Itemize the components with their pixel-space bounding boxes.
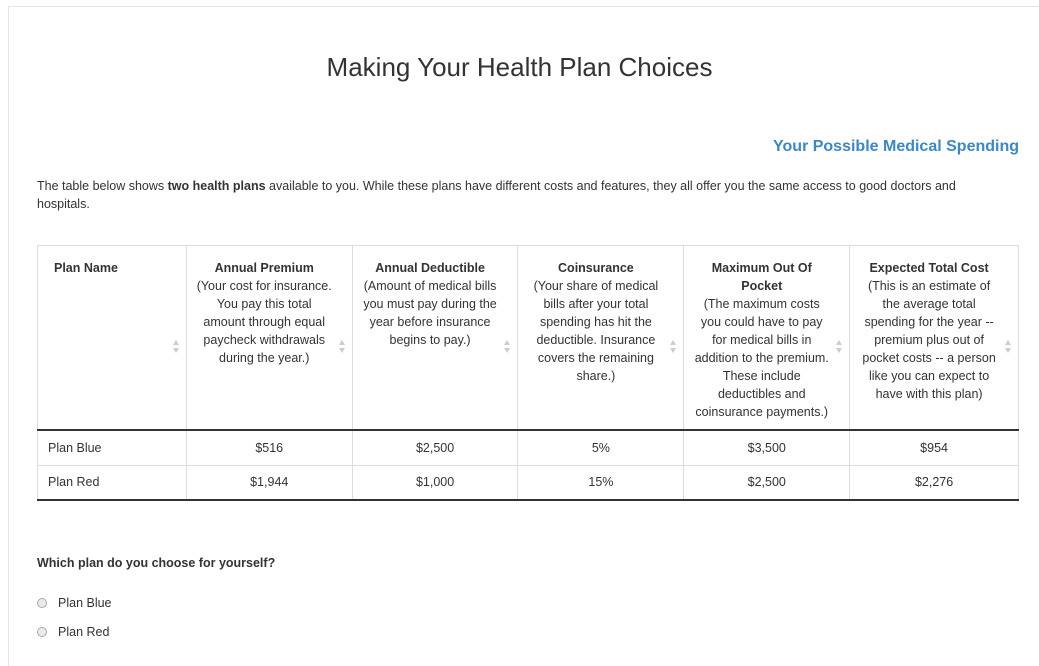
column-description: (This is an estimate of the average tota…: [862, 279, 996, 401]
table-row-plan-red: Plan Red $1,944 $1,000 15% $2,500 $2,276: [37, 464, 1019, 501]
column-header-annual-deductible[interactable]: Annual Deductible (Amount of medical bil…: [351, 245, 519, 431]
plans-table: Plan Name Annual Premium (Your cost for …: [37, 245, 1019, 501]
radio-button[interactable]: [37, 627, 47, 637]
sort-icon[interactable]: [836, 340, 843, 354]
cell-coinsurance: 15%: [517, 464, 685, 501]
intro-text-start: The table below shows: [37, 179, 168, 193]
column-title: Coinsurance: [558, 261, 634, 275]
option-plan-red[interactable]: Plan Red: [37, 625, 109, 639]
column-title: Plan Name: [54, 261, 118, 275]
cell-expected-total-cost: $954: [849, 429, 1019, 466]
column-description: (The maximum costs you could have to pay…: [694, 297, 829, 419]
table-header-row: Plan Name Annual Premium (Your cost for …: [37, 245, 1019, 431]
column-description: (Your cost for insurance. You pay this t…: [196, 279, 332, 365]
column-title: Expected Total Cost: [869, 261, 989, 275]
column-header-coinsurance[interactable]: Coinsurance (Your share of medical bills…: [517, 245, 685, 431]
medical-spending-link[interactable]: Your Possible Medical Spending: [773, 138, 1019, 156]
intro-text-bold: two health plans: [167, 179, 266, 193]
cell-annual-premium: $1,944: [185, 464, 353, 501]
cell-annual-deductible: $1,000: [351, 464, 519, 501]
cell-annual-premium: $516: [185, 429, 353, 466]
cell-expected-total-cost: $2,276: [849, 464, 1019, 501]
column-description: (Your share of medical bills after your …: [533, 279, 659, 383]
column-title: Annual Deductible: [375, 261, 485, 275]
cell-plan-name: Plan Blue: [37, 429, 187, 466]
sort-icon[interactable]: [172, 340, 180, 354]
cell-coinsurance: 5%: [517, 429, 685, 466]
intro-text: The table below shows two health plans a…: [37, 177, 1007, 213]
sort-icon[interactable]: [504, 340, 511, 354]
sort-icon[interactable]: [670, 340, 677, 354]
column-header-max-out-of-pocket[interactable]: Maximum Out Of Pocket (The maximum costs…: [683, 245, 851, 431]
option-plan-blue[interactable]: Plan Blue: [37, 596, 112, 610]
column-header-annual-premium[interactable]: Annual Premium (Your cost for insurance.…: [185, 245, 353, 431]
sort-icon[interactable]: [338, 340, 346, 354]
page-title: Making Your Health Plan Choices: [326, 52, 713, 82]
column-title: Maximum Out Of Pocket: [711, 261, 812, 293]
option-label[interactable]: Plan Red: [58, 625, 109, 639]
cell-annual-deductible: $2,500: [351, 429, 519, 466]
sort-icon[interactable]: [1005, 340, 1012, 354]
cell-plan-name: Plan Red: [37, 464, 187, 501]
column-description: (Amount of medical bills you must pay du…: [363, 279, 497, 347]
option-label[interactable]: Plan Blue: [58, 596, 112, 610]
plan-choice-question: Which plan do you choose for yourself?: [37, 556, 276, 570]
column-header-plan-name[interactable]: Plan Name: [37, 245, 187, 431]
column-title: Annual Premium: [214, 261, 314, 275]
column-header-expected-total-cost[interactable]: Expected Total Cost (This is an estimate…: [849, 245, 1019, 431]
radio-button[interactable]: [37, 598, 47, 608]
table-row-plan-blue: Plan Blue $516 $2,500 5% $3,500 $954: [37, 429, 1019, 466]
cell-max-out-of-pocket: $3,500: [683, 429, 851, 466]
cell-max-out-of-pocket: $2,500: [683, 464, 851, 501]
